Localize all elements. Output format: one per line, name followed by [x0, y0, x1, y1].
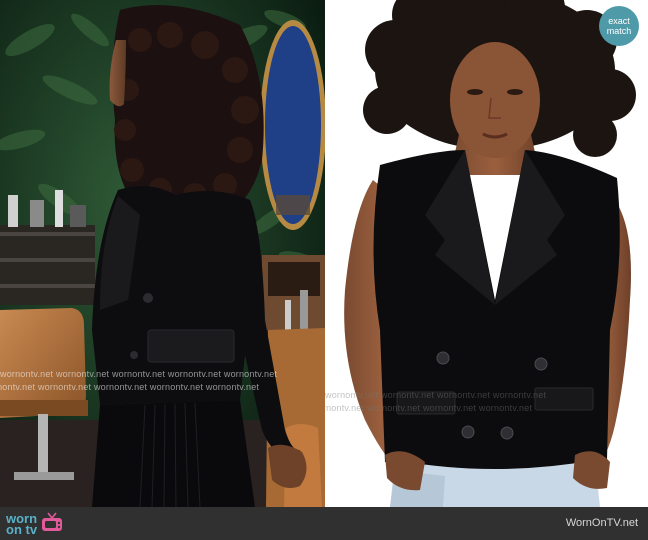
product-photo: wornontv.net wornontv.net wornontv.net w…	[325, 0, 648, 507]
watermark-row: wornontv.net wornontv.net wornontv.net w…	[0, 369, 278, 379]
footer-bar: worn on tv WornOnTV.net	[0, 507, 648, 540]
wornontv-logo[interactable]: worn on tv	[6, 512, 63, 536]
watermark-row: wornontv.net wornontv.net wornontv.net w…	[0, 382, 260, 392]
product-illustration	[344, 0, 636, 507]
tv-icon	[41, 512, 63, 537]
tv-scene-photo: wornontv.net wornontv.net wornontv.net w…	[0, 0, 325, 507]
scene-illustration	[0, 0, 325, 507]
badge-line-1: exact	[608, 16, 630, 26]
badge-line-2: match	[606, 26, 632, 36]
watermark-row: wornontv.net wornontv.net wornontv.net w…	[325, 403, 533, 413]
exact-match-badge: exact match	[599, 6, 639, 46]
site-name: WornOnTV.net	[565, 517, 638, 529]
logo-word-on-tv: on tv	[6, 522, 38, 537]
watermark-row: wornontv.net wornontv.net wornontv.net w…	[325, 390, 547, 400]
